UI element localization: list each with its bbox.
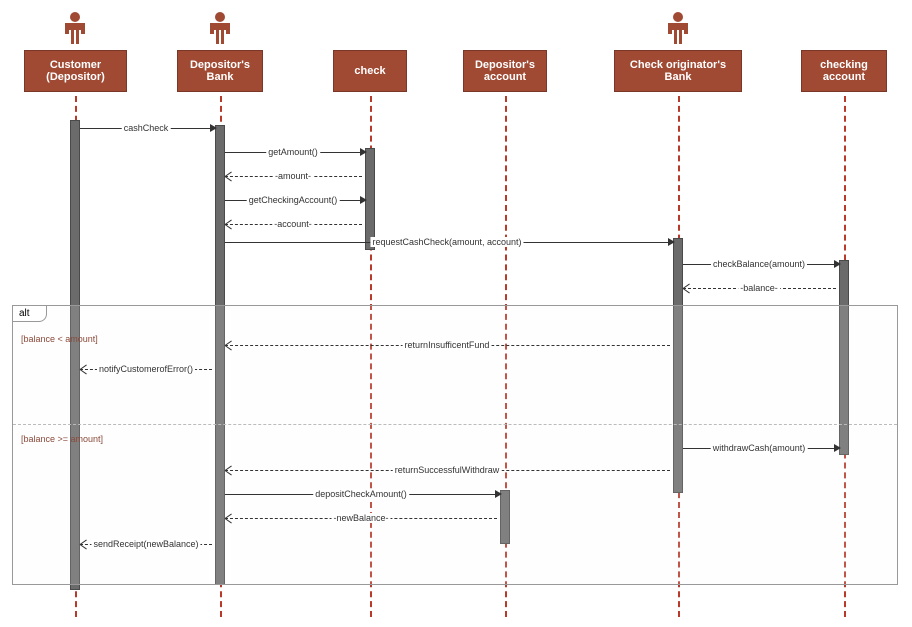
guard-condition: [balance < amount] [21, 334, 98, 344]
arrowhead-icon [210, 124, 217, 132]
message-label: checkBalance(amount) [711, 259, 807, 269]
arrowhead-icon [360, 148, 367, 156]
participant-customer: Customer (Depositor) [24, 50, 127, 92]
arrowhead-icon [225, 220, 232, 228]
actor-icon [666, 12, 690, 46]
guard-condition: [balance >= amount] [21, 434, 103, 444]
message-label: notifyCustomerofError() [97, 364, 195, 374]
message-label: -newBalance- [331, 513, 390, 523]
arrowhead-icon [668, 238, 675, 246]
participant-checking-account: checking account [801, 50, 887, 92]
participant-depositors-account: Depositor's account [463, 50, 547, 92]
actor-icon [63, 12, 87, 46]
message-label: returnSuccessfulWithdraw [393, 465, 502, 475]
arrowhead-icon [225, 341, 232, 349]
arrowhead-icon [495, 490, 502, 498]
arrowhead-icon [225, 466, 232, 474]
arrowhead-icon [834, 260, 841, 268]
alt-divider [13, 424, 897, 425]
arrowhead-icon [80, 365, 87, 373]
message-label: -account- [272, 219, 314, 229]
message-label: getAmount() [266, 147, 320, 157]
arrowhead-icon [834, 444, 841, 452]
message-label: withdrawCash(amount) [711, 443, 808, 453]
arrowhead-icon [683, 284, 690, 292]
arrowhead-icon [225, 172, 232, 180]
message-label: sendReceipt(newBalance) [91, 539, 200, 549]
participant-depositors-bank: Depositor's Bank [177, 50, 263, 92]
alt-operator-label: alt [13, 306, 47, 322]
actor-icon [208, 12, 232, 46]
message-label: -balance- [738, 283, 780, 293]
participant-originators-bank: Check originator's Bank [614, 50, 742, 92]
arrowhead-icon [80, 540, 87, 548]
arrowhead-icon [225, 514, 232, 522]
participant-check: check [333, 50, 407, 92]
arrowhead-icon [360, 196, 367, 204]
message-label: depositCheckAmount() [313, 489, 409, 499]
message-label: cashCheck [122, 123, 171, 133]
message-label: requestCashCheck(amount, account) [370, 237, 523, 247]
message-label: -amount- [273, 171, 313, 181]
sequence-diagram: Customer (Depositor) Depositor's Bank ch… [10, 10, 902, 617]
message-label: getCheckingAccount() [247, 195, 340, 205]
message-label: returnInsufficentFund [403, 340, 492, 350]
